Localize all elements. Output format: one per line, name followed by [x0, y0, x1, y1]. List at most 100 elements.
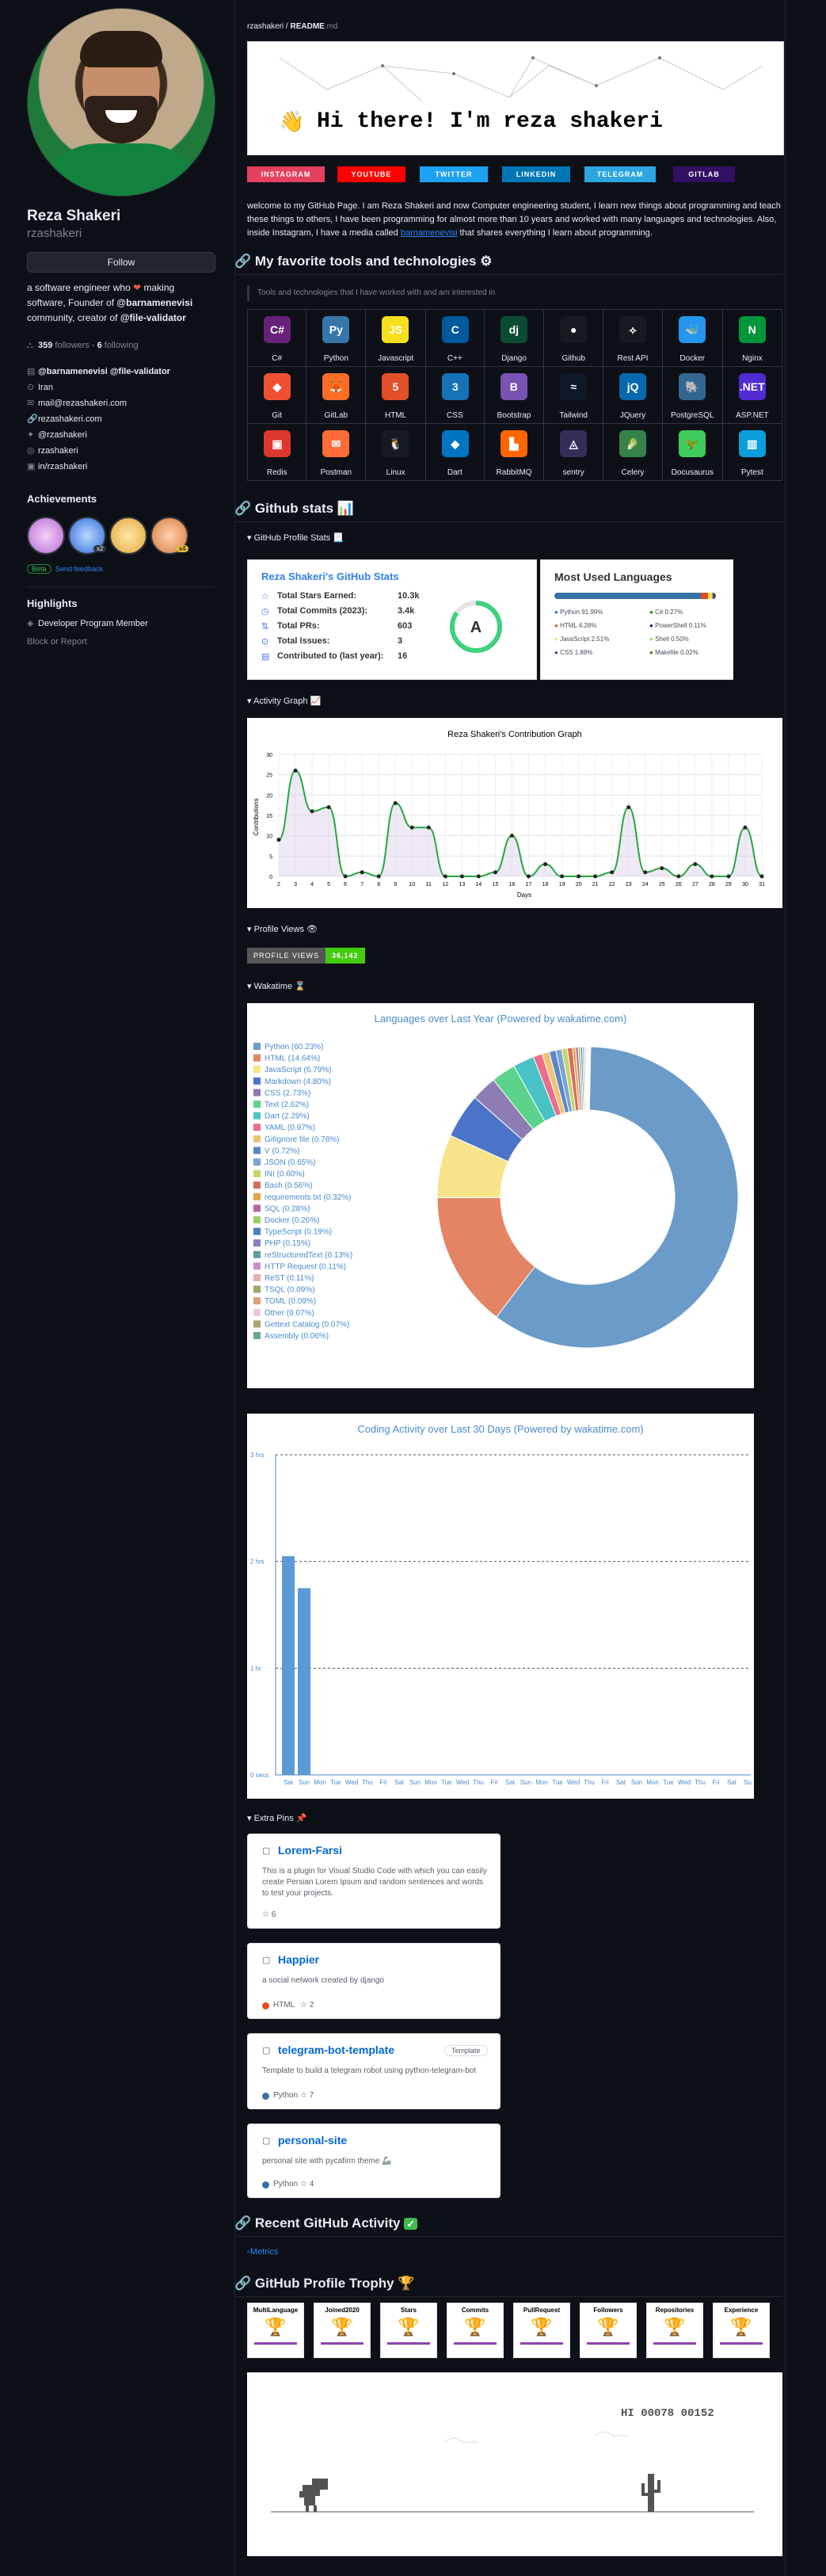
media-link[interactable]: barnamenevisi: [401, 228, 458, 238]
tool-sentry: ◬ sentry: [543, 423, 604, 481]
tailwind-icon: ≈: [560, 373, 588, 400]
rank-circle: A: [450, 601, 502, 653]
repo-title[interactable]: Lorem-Farsi: [278, 1844, 342, 1857]
activity-point: [426, 825, 431, 830]
github-stats-heading: 🔗 Github stats 📊: [234, 501, 354, 516]
coding-bar: [282, 1555, 295, 1775]
trophy-title: PullRequest: [523, 2307, 561, 2314]
x-tick-label: Sun: [409, 1779, 421, 1786]
linkedin-icon: ▣: [27, 462, 36, 471]
legend-label: Markdown (4.80%): [265, 1078, 331, 1086]
stat-label: Total Commits (2023):: [277, 606, 368, 616]
social-badge-gitlab[interactable]: GITLAB: [673, 166, 735, 182]
x-tick-label: Sat: [727, 1779, 737, 1786]
legend-swatch: [253, 1066, 261, 1074]
y-tick-label: 0 secs: [250, 1772, 268, 1779]
pinned-repo-card[interactable]: ▢ personal-site personal site with pycafir…: [247, 2124, 501, 2198]
social-badge-instagram[interactable]: INSTAGRAM: [247, 166, 325, 182]
lang-dot: ●: [554, 649, 561, 656]
tool-postgresql: 🐘 PostgreSQL: [661, 366, 723, 424]
org-link[interactable]: @barnamenevisi: [116, 297, 192, 308]
activity-point: [643, 870, 648, 875]
y-tick-label: 30: [266, 753, 272, 758]
tool-label: CSS: [447, 411, 463, 420]
template-badge: Template: [444, 2045, 488, 2056]
trophy-title: MultiLanguage: [253, 2307, 299, 2314]
social-badge-youtube[interactable]: YOUTUBE: [337, 166, 405, 182]
stat-icon: ◷: [261, 607, 269, 616]
activity-point: [459, 874, 464, 879]
lang-item: ● C# 0.27%: [649, 609, 683, 616]
activity-point: [293, 769, 298, 773]
activity-point: [509, 834, 514, 838]
chart-icon: 📈: [310, 696, 322, 706]
pinned-repo-card[interactable]: ▢ Lorem-Farsi This is a plugin for Visual …: [247, 1834, 501, 1929]
x-tick-label: 24: [642, 882, 649, 887]
repo-title[interactable]: personal-site: [278, 2134, 347, 2147]
lang-item: ● Makefile 0.02%: [649, 649, 698, 656]
lang-dot: [262, 2002, 269, 2009]
repo-title[interactable]: telegram-bot-template: [278, 2044, 394, 2056]
repo-stars: ☆ 6: [262, 1910, 276, 1919]
tool-label: Pytest: [740, 468, 763, 477]
avatar[interactable]: [27, 8, 215, 197]
legend-swatch: [253, 1239, 261, 1247]
postgresql-icon: 🐘: [678, 373, 706, 400]
tool-redis: ▣ Redis: [246, 423, 307, 481]
pin-icon: 📌: [295, 1814, 307, 1823]
x-tick-label: 28: [709, 882, 715, 887]
anchor-icon[interactable]: 🔗: [234, 501, 251, 516]
achievement-badge[interactable]: [109, 517, 147, 555]
activity-point: [710, 874, 714, 879]
activity-toggle[interactable]: ▾ Activity Graph 📈: [247, 696, 321, 706]
trophy-card: Followers 🏆: [580, 2303, 637, 2358]
block-report-link[interactable]: Block or Report: [27, 637, 87, 647]
email-link[interactable]: ✉ mail@rezashakeri.com: [27, 398, 127, 408]
stat-icon: ⊙: [261, 637, 269, 647]
social-badge-twitter[interactable]: TWITTER: [420, 166, 488, 182]
activity-point: [743, 825, 748, 830]
anchor-icon[interactable]: 🔗: [234, 2276, 251, 2291]
social-badge-telegram[interactable]: TELEGRAM: [584, 166, 656, 182]
game-score: HI 00078 00152: [621, 2407, 714, 2420]
x-tick-label: 29: [725, 882, 732, 887]
instagram-link[interactable]: ◎ rzashakeri: [27, 445, 78, 456]
wave-icon: 👋: [279, 109, 305, 133]
trophy-title: Experience: [724, 2307, 759, 2314]
linkedin-link[interactable]: ▣ in/rzashakeri: [27, 461, 87, 471]
followers-row[interactable]: ⛬ 359 followers · 6 following: [27, 341, 139, 351]
x-tick-label: Sun: [299, 1779, 310, 1786]
repo-icon: ▢: [262, 2136, 271, 2146]
tool-label: ASP.NET: [736, 411, 769, 420]
pinned-repo-card[interactable]: ▢ Happier a social network created by djan…: [247, 1943, 501, 2019]
tool-jquery: jQ JQuery: [603, 366, 663, 424]
pinned-repo-card[interactable]: ▢ telegram-bot-template Template Template t…: [247, 2033, 501, 2109]
org-link[interactable]: @file-validator: [120, 312, 186, 323]
repo-stars: ☆ 7: [300, 2091, 314, 2100]
feedback-link[interactable]: Send feedback: [55, 565, 103, 573]
website-link[interactable]: 🔗rezashakeri.com: [27, 414, 102, 424]
extra-pins-toggle[interactable]: ▾ Extra Pins 📌: [247, 1813, 306, 1823]
people-icon: ⛬: [27, 341, 33, 350]
javascript-icon: JS: [382, 316, 409, 343]
legend-label: GitIgnore file (0.78%): [265, 1135, 340, 1144]
pytest-icon: ▥: [738, 430, 766, 457]
anchor-icon[interactable]: 🔗: [234, 2215, 251, 2231]
achievement-badge[interactable]: [27, 517, 65, 555]
rank-letter: A: [470, 619, 482, 636]
wakatime-toggle[interactable]: ▾ Wakatime ⌛: [247, 981, 306, 991]
repo-title[interactable]: Happier: [278, 1953, 319, 1966]
profile-stats-toggle[interactable]: ▾ GitHub Profile Stats 📃: [247, 532, 344, 543]
anchor-icon[interactable]: 🔗: [234, 254, 251, 269]
metrics-image-link[interactable]: ▫Metrics: [247, 2247, 278, 2257]
lang-dot: ●: [649, 635, 656, 643]
twitter-link[interactable]: ✦ @rzashakeri: [27, 429, 87, 440]
social-badge-linkedin[interactable]: LINKEDIN: [502, 166, 570, 182]
trophy-icon: 🏆: [265, 2317, 287, 2337]
x-tick-label: Fri: [379, 1779, 387, 1786]
repo-description: This is a plugin for Visual Studio Code …: [262, 1867, 487, 1898]
follow-button[interactable]: Follow: [27, 252, 215, 273]
profile-views-toggle[interactable]: ▾ Profile Views 👁: [247, 924, 318, 934]
legend-swatch: [253, 1250, 261, 1258]
x-tick-label: 13: [459, 882, 465, 887]
